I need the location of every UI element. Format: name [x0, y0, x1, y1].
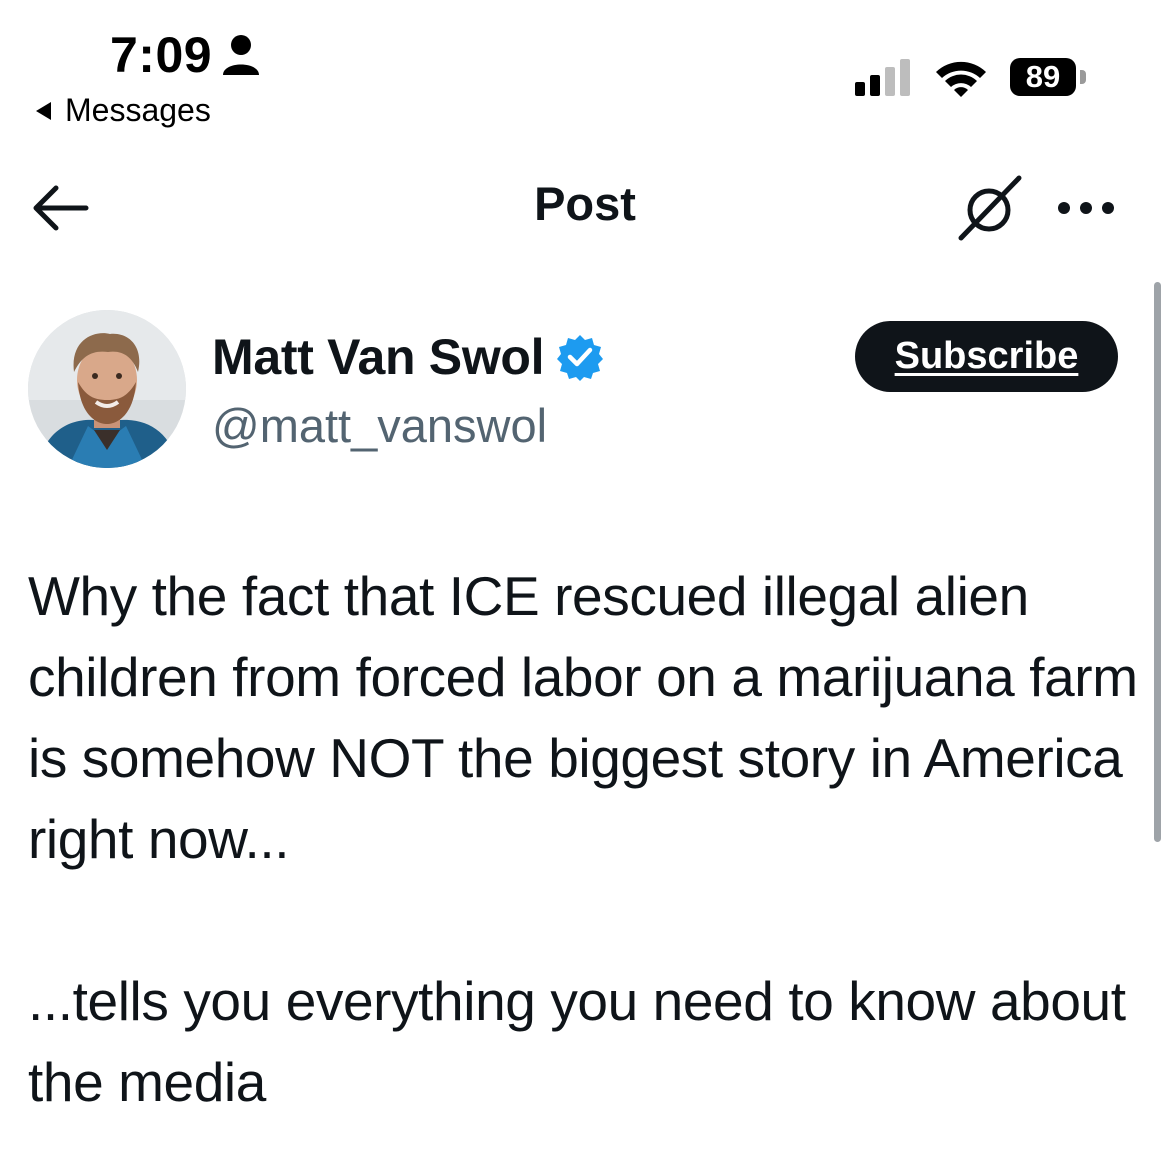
back-to-messages-link[interactable]: Messages: [36, 92, 211, 129]
post-paragraph: ...tells you everything you need to know…: [28, 970, 1126, 1113]
verified-badge-icon: [557, 335, 604, 381]
person-icon: [223, 35, 260, 75]
subscribe-button[interactable]: Subscribe: [855, 321, 1118, 392]
battery-indicator: 89: [1010, 58, 1076, 96]
wifi-icon: [936, 61, 986, 97]
avatar[interactable]: [28, 310, 186, 468]
battery-tip: [1080, 70, 1086, 84]
grok-icon[interactable]: [955, 172, 1027, 244]
avatar-image: [28, 310, 186, 468]
post-paragraph: Why the fact that ICE rescued illegal al…: [28, 565, 1138, 870]
status-time-label: 7:09: [110, 27, 213, 83]
scrollbar[interactable]: [1154, 282, 1161, 842]
author-name-label: Matt Van Swol: [212, 329, 545, 385]
back-triangle-icon: [36, 101, 51, 120]
more-ellipsis-icon[interactable]: [1054, 198, 1118, 218]
cellular-signal-icon: [855, 58, 910, 96]
author-name[interactable]: Matt Van Swol: [212, 328, 604, 386]
status-time: 7:09: [110, 26, 260, 84]
post-text: Why the fact that ICE rescued illegal al…: [28, 556, 1143, 1123]
battery-level: 89: [1025, 59, 1061, 94]
back-app-label: Messages: [65, 92, 211, 128]
author-handle[interactable]: @matt_vanswol: [212, 398, 547, 453]
